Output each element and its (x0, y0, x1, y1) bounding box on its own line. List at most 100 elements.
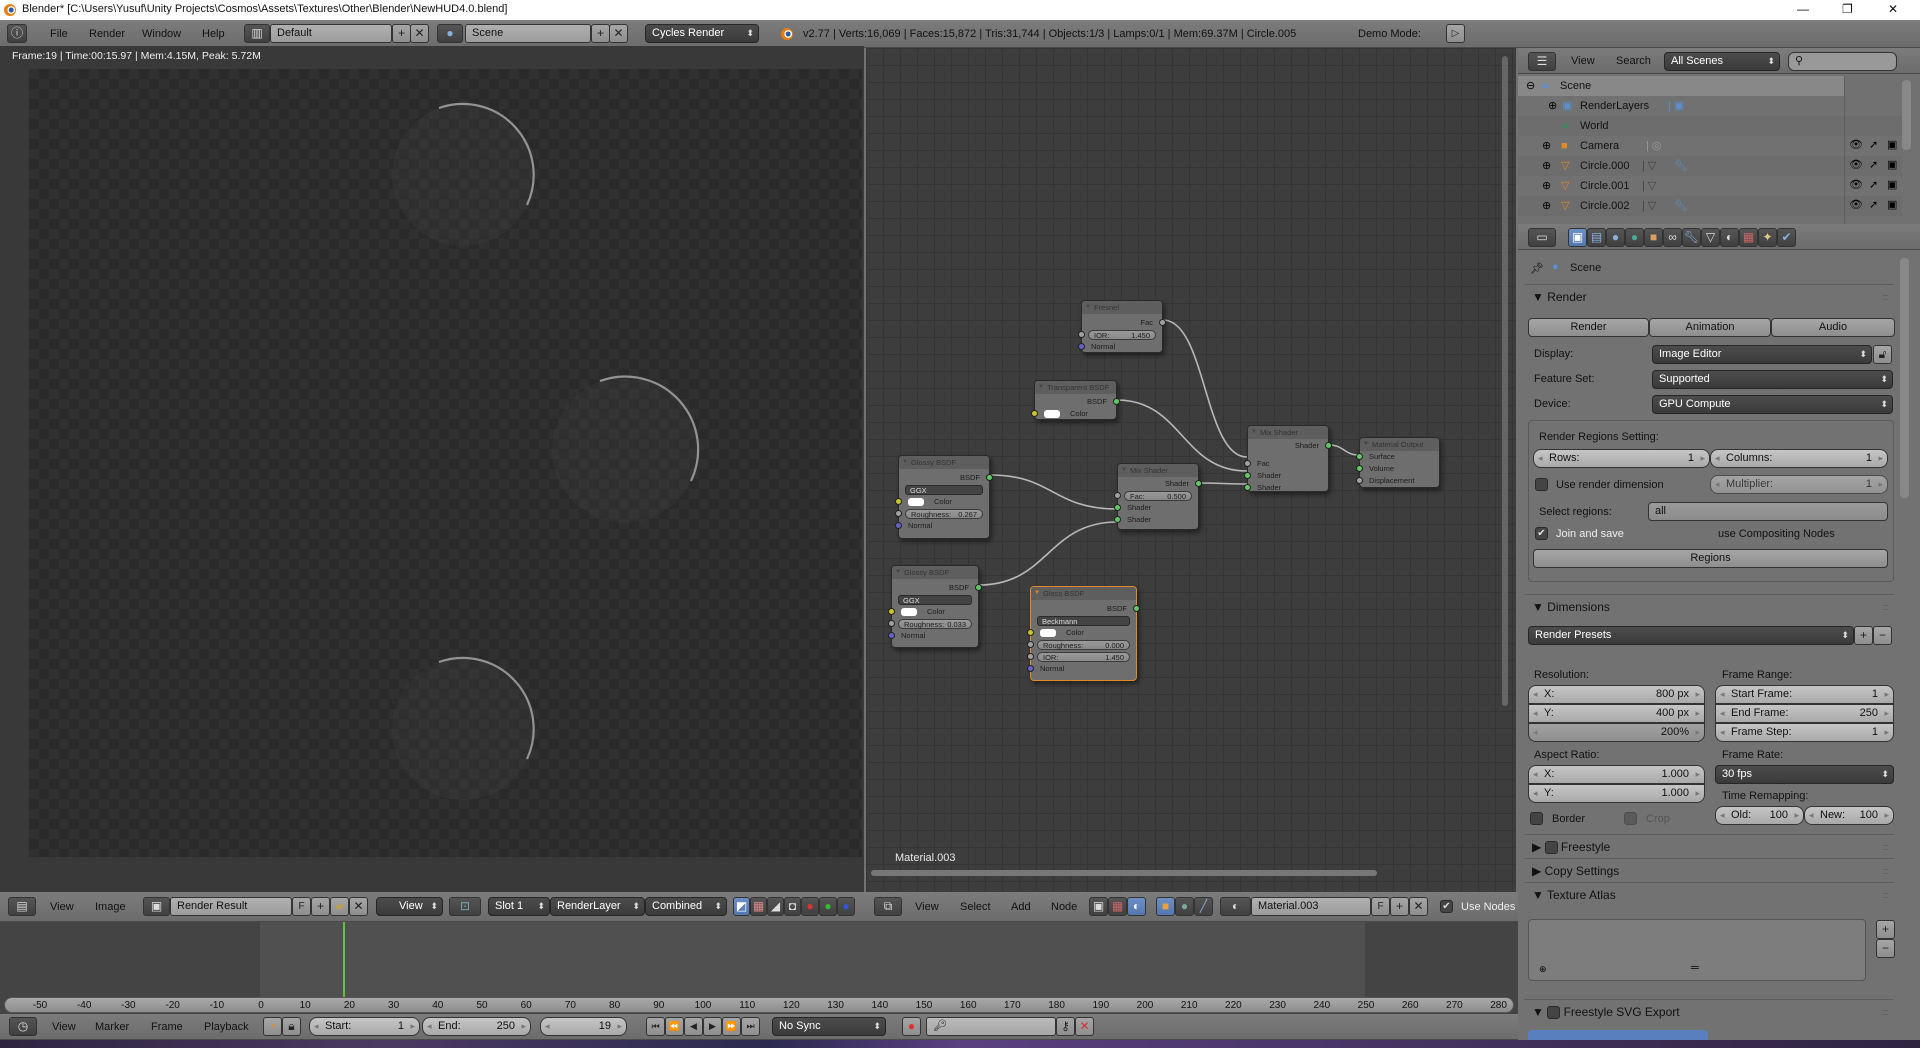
menu-file[interactable]: File (50, 28, 68, 40)
item-name[interactable]: Camera (1580, 136, 1619, 156)
scene-field[interactable]: Scene (465, 24, 591, 43)
jump-end-button[interactable]: ⏭ (741, 1017, 760, 1036)
timeline-ruler[interactable]: -50 -40 -30 -20 -10 0 10 20 30 40 50 60 70 80 90 100 110… (4, 997, 1514, 1013)
play-button[interactable]: ▶ (703, 1017, 722, 1036)
tab-particles-icon[interactable]: ✦ (1758, 228, 1777, 247)
draw-alpha-icon[interactable]: ▦ (750, 897, 767, 916)
fake-user-button[interactable]: F (1371, 897, 1390, 916)
list-filter-icon[interactable]: ⊕ (1539, 964, 1547, 975)
input-socket[interactable] (1114, 492, 1121, 499)
auto-keyframe-record-button[interactable]: ● (902, 1017, 921, 1036)
keying-set-field[interactable]: 🔑︎ (926, 1017, 1056, 1036)
crop-checkbox[interactable] (1624, 812, 1637, 825)
expand-icon[interactable]: ⊕ (1542, 136, 1551, 156)
list-resize-handle[interactable]: ═ (1691, 962, 1699, 974)
render-camera-icon[interactable]: ▣ (1887, 158, 1897, 171)
dimensions-panel-header[interactable]: ▼ Dimensions:::: (1524, 594, 1894, 618)
roughness-field[interactable]: Roughness: 0.267 (905, 509, 983, 519)
render-layer-dropdown[interactable]: RenderLayer (550, 897, 645, 916)
output-socket[interactable] (975, 584, 982, 591)
menu-frame[interactable]: Frame (151, 1021, 183, 1033)
freestyle-checkbox[interactable] (1544, 841, 1558, 855)
border-checkbox[interactable] (1530, 812, 1543, 825)
menu-help[interactable]: Help (202, 28, 225, 40)
draw-color-icon[interactable]: ◩ (733, 897, 750, 916)
editor-type-image-icon[interactable]: ▤ (8, 897, 36, 916)
pivot-icon[interactable]: ⊡ (449, 897, 481, 916)
tab-object-icon[interactable]: ■ (1644, 228, 1663, 247)
select-cursor-icon[interactable]: ➚ (1869, 158, 1878, 171)
menu-view[interactable]: View (915, 901, 939, 913)
expand-icon[interactable]: ⊕ (1548, 96, 1557, 116)
input-socket[interactable] (1078, 331, 1085, 338)
delete-keyframe-icon[interactable]: ✕ (1075, 1017, 1094, 1036)
input-socket[interactable] (895, 522, 902, 529)
texture-nodes-icon[interactable]: ▦ (1108, 897, 1127, 916)
menu-view[interactable]: View (52, 1021, 76, 1033)
resolution-percent-slider[interactable]: 200% (1528, 723, 1705, 742)
input-socket[interactable] (1244, 460, 1251, 467)
preview-range-icon[interactable]: ◔ (263, 1017, 282, 1036)
multiplier-field[interactable]: Multiplier:1 (1710, 475, 1888, 494)
menu-playback[interactable]: Playback (204, 1021, 249, 1033)
insert-keyframe-icon[interactable]: ⚷ (1056, 1017, 1075, 1036)
scene-icon[interactable]: ● (437, 24, 463, 43)
new-image-button[interactable]: + (311, 897, 330, 916)
render-camera-icon[interactable]: ▣ (1887, 138, 1897, 151)
regions-button[interactable]: Regions (1533, 549, 1888, 568)
node-editor[interactable]: Fresnel Fac IOR:1.450 Normal Transparent… (866, 48, 1516, 892)
compositing-nodes-icon[interactable]: ▣ (1089, 897, 1108, 916)
open-image-icon[interactable]: ▰ (330, 897, 349, 916)
tab-texture-icon[interactable]: ▦ (1739, 228, 1758, 247)
texture-atlas-list[interactable]: ⊕ ═ (1528, 919, 1866, 981)
render-presets-dropdown[interactable]: Render Presets (1528, 626, 1854, 645)
editor-type-timeline-icon[interactable]: ◷ (9, 1017, 37, 1036)
input-socket[interactable] (1027, 665, 1034, 672)
visibility-eye-icon[interactable]: 👁︎ (1849, 158, 1863, 171)
properties-editor[interactable]: ▭ ▣ ▤ ● ● ■ ∞ 🔧︎ ▽ ◐ ▦ ✦ ✔ 📌︎ ● Scene ▼ … (1518, 224, 1920, 1040)
start-frame-field[interactable]: Start:1 (309, 1017, 420, 1036)
device-dropdown[interactable]: GPU Compute (1652, 395, 1893, 414)
color-swatch[interactable] (1044, 410, 1060, 419)
editor-type-outliner-icon[interactable]: ☰ (1528, 52, 1556, 71)
menu-marker[interactable]: Marker (95, 1021, 129, 1033)
input-socket[interactable] (1027, 641, 1034, 648)
remove-preset-button[interactable]: − (1873, 626, 1892, 645)
pin-icon[interactable]: 📌︎ (1530, 262, 1544, 275)
tab-physics-icon[interactable]: ✔ (1777, 228, 1796, 247)
render-button[interactable]: Render (1528, 318, 1649, 337)
editor-type-node-icon[interactable]: ⧉ (874, 897, 902, 916)
jump-keyframe-forward-button[interactable]: ⏩ (722, 1017, 741, 1036)
menu-add[interactable]: Add (1011, 901, 1031, 913)
add-layout-button[interactable]: + (392, 24, 411, 43)
menu-render[interactable]: Render (89, 28, 125, 40)
tab-modifiers-icon[interactable]: 🔧︎ (1682, 228, 1701, 247)
aspect-y-field[interactable]: Y:1.000 (1528, 784, 1705, 803)
end-frame-field[interactable]: End Frame:250 (1715, 704, 1894, 723)
input-socket[interactable] (1114, 516, 1121, 523)
output-socket[interactable] (1159, 319, 1166, 326)
output-socket[interactable] (1133, 605, 1140, 612)
use-nodes-checkbox[interactable]: ✔ (1440, 900, 1453, 913)
screen-layout-field[interactable]: Default (270, 24, 392, 43)
input-socket[interactable] (1244, 484, 1251, 491)
end-frame-field[interactable]: End:250 (422, 1017, 531, 1036)
sync-mode-dropdown[interactable]: No Sync (772, 1017, 886, 1036)
properties-scrollbar[interactable] (1900, 258, 1909, 498)
item-name[interactable]: Circle.002 (1580, 196, 1630, 216)
shader-nodes-icon[interactable]: ◐ (1127, 897, 1146, 916)
freestyle-svg-panel-header[interactable]: ▼ Freestyle SVG Export:::: (1524, 999, 1894, 1023)
select-regions-input[interactable]: all (1648, 502, 1888, 521)
render-pass-dropdown[interactable]: Combined (645, 897, 727, 916)
node-mix-shader[interactable]: Mix Shader Shader Fac Shader Shader (1244, 425, 1332, 492)
tab-data-icon[interactable]: ▽ (1701, 228, 1720, 247)
image-editor[interactable]: Frame:19 | Time:00:15.97 | Mem:4.15M, Pe… (0, 46, 864, 892)
render-camera-icon[interactable]: ▣ (1887, 178, 1897, 191)
output-socket[interactable] (1325, 442, 1332, 449)
item-name[interactable]: RenderLayers (1580, 96, 1649, 116)
copy-settings-panel-header[interactable]: ▶ Copy Settings:::: (1524, 858, 1894, 882)
add-scene-button[interactable]: + (591, 24, 610, 43)
output-socket[interactable] (986, 474, 993, 481)
color-swatch[interactable] (908, 498, 924, 507)
slot-dropdown[interactable]: Slot 1 (488, 897, 550, 916)
